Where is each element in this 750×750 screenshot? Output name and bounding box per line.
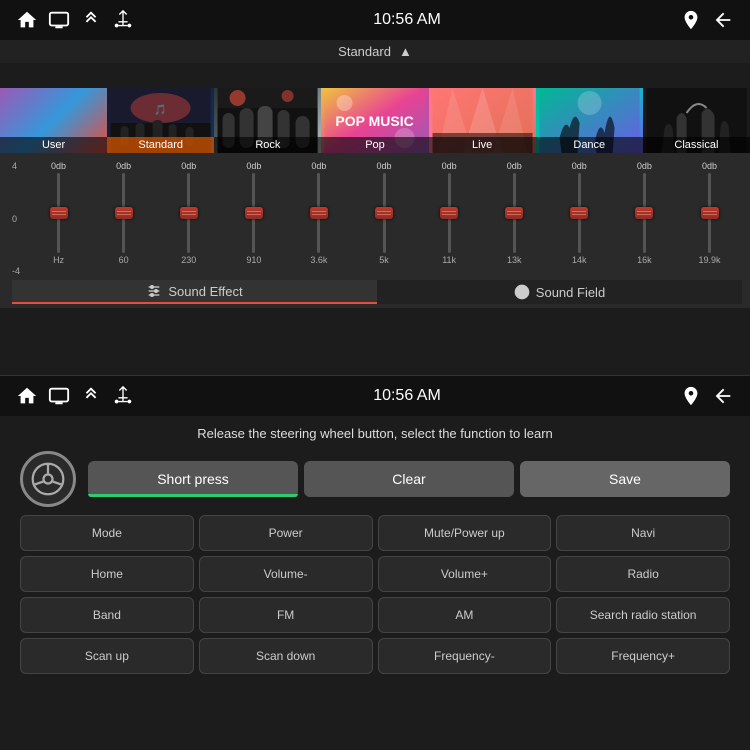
func-btn-scan-up[interactable]: Scan up: [20, 638, 194, 674]
func-btn-volume-[interactable]: Volume-: [199, 556, 373, 592]
bottom-status-bar: 10:56 AM: [0, 376, 750, 416]
bottom-status-icons-right: [680, 385, 734, 407]
short-press-button[interactable]: Short press: [88, 461, 298, 497]
preset-live-label: Live: [429, 137, 536, 153]
func-btn-band[interactable]: Band: [20, 597, 194, 633]
eq-slider-7[interactable]: 0db 13k: [482, 161, 547, 265]
top-status-time: 10:56 AM: [373, 11, 441, 29]
func-btn-frequency-[interactable]: Frequency-: [378, 638, 552, 674]
usb-icon: [112, 9, 134, 31]
presets-header[interactable]: Standard ▲: [0, 40, 750, 63]
eq-slider-4[interactable]: 0db 3.6k: [286, 161, 351, 265]
func-btn-volume-[interactable]: Volume+: [378, 556, 552, 592]
circle-dot-icon: [514, 284, 530, 300]
eq-slider-6[interactable]: 0db 11k: [417, 161, 482, 265]
steering-buttons: Short press Clear Save: [88, 461, 730, 497]
func-btn-navi[interactable]: Navi: [556, 515, 730, 551]
eq-sliders-row: 4 0 -4 0db Hz 0db 60 0db: [12, 161, 742, 276]
func-btn-home[interactable]: Home: [20, 556, 194, 592]
steering-content: Release the steering wheel button, selec…: [0, 416, 750, 680]
preset-classical-label: Classical: [643, 137, 750, 153]
preset-user-label: User: [0, 137, 107, 153]
preset-user[interactable]: User: [0, 63, 107, 153]
func-btn-mode[interactable]: Mode: [20, 515, 194, 551]
func-btn-frequency-[interactable]: Frequency+: [556, 638, 730, 674]
preset-pop-label: Pop: [321, 137, 428, 153]
steering-wheel-icon: [20, 451, 76, 507]
preset-live[interactable]: Live: [429, 63, 536, 153]
clear-button[interactable]: Clear: [304, 461, 514, 497]
bottom-back-icon[interactable]: [712, 385, 734, 407]
func-btn-search-radio-station[interactable]: Search radio station: [556, 597, 730, 633]
preset-dance-label: Dance: [536, 137, 643, 153]
tab-sound-effect[interactable]: Sound Effect: [12, 280, 377, 304]
eq-slider-3[interactable]: 0db 910: [221, 161, 286, 265]
bottom-screen-icon[interactable]: [48, 385, 70, 407]
bottom-status-icons-left: [16, 385, 134, 407]
preset-standard-label: Standard: [107, 137, 214, 153]
top-status-bar: 10:56 AM: [0, 0, 750, 40]
eq-db-col: 4 0 -4: [12, 161, 22, 276]
preset-standard[interactable]: 🎵 Standard: [107, 63, 214, 153]
preset-dance[interactable]: Dance: [536, 63, 643, 153]
preset-pop[interactable]: POP MUSIC Pop: [321, 63, 428, 153]
eq-slider-10[interactable]: 0db 19.9k: [677, 161, 742, 265]
eq-slider-5[interactable]: 0db 5k: [351, 161, 416, 265]
up-arrows-icon: [80, 9, 102, 31]
steering-title: Release the steering wheel button, selec…: [20, 426, 730, 441]
sliders-icon: [146, 283, 162, 299]
preset-rock[interactable]: Rock: [214, 63, 321, 153]
func-btn-scan-down[interactable]: Scan down: [199, 638, 373, 674]
presets-header-label: Standard: [338, 44, 391, 59]
func-btn-am[interactable]: AM: [378, 597, 552, 633]
save-button[interactable]: Save: [520, 461, 730, 497]
svg-text:🎵: 🎵: [154, 104, 166, 116]
function-grid: ModePowerMute/Power upNavi HomeVolume-Vol…: [20, 515, 730, 674]
eq-slider-8[interactable]: 0db 14k: [547, 161, 612, 265]
steering-controls: Short press Clear Save: [20, 451, 730, 507]
chevron-up-icon: ▲: [399, 44, 412, 59]
func-btn-radio[interactable]: Radio: [556, 556, 730, 592]
bottom-location-icon: [680, 385, 702, 407]
home-icon[interactable]: [16, 9, 38, 31]
svg-text:POP MUSIC: POP MUSIC: [336, 113, 414, 129]
eq-presets-row: User 🎵 Standard: [0, 63, 750, 153]
eq-slider-1[interactable]: 0db 60: [91, 161, 156, 265]
eq-slider-0[interactable]: 0db Hz: [26, 161, 91, 265]
status-icons-left: [16, 9, 134, 31]
tab-sound-field-label: Sound Field: [536, 285, 605, 300]
preset-classical[interactable]: Classical: [643, 63, 750, 153]
bottom-status-time: 10:56 AM: [373, 387, 441, 405]
screen-icon[interactable]: [48, 9, 70, 31]
tab-sound-effect-label: Sound Effect: [168, 284, 242, 299]
eq-slider-2[interactable]: 0db 230: [156, 161, 221, 265]
bottom-up-arrows-icon: [80, 385, 102, 407]
func-btn-fm[interactable]: FM: [199, 597, 373, 633]
tab-sound-field[interactable]: Sound Field: [377, 280, 742, 304]
status-icons-right: [680, 9, 734, 31]
back-icon[interactable]: [712, 9, 734, 31]
eq-area: 4 0 -4 0db Hz 0db 60 0db: [0, 153, 750, 308]
location-icon: [680, 9, 702, 31]
top-panel: 10:56 AM Standard ▲ User: [0, 0, 750, 375]
bottom-home-icon[interactable]: [16, 385, 38, 407]
func-btn-mute-power-up[interactable]: Mute/Power up: [378, 515, 552, 551]
eq-sliders: 0db Hz 0db 60 0db 230 0db 910: [26, 161, 742, 265]
preset-rock-label: Rock: [214, 137, 321, 153]
func-btn-power[interactable]: Power: [199, 515, 373, 551]
steering-wheel-svg: [30, 461, 66, 497]
eq-slider-9[interactable]: 0db 16k: [612, 161, 677, 265]
bottom-usb-icon: [112, 385, 134, 407]
eq-tabs: Sound Effect Sound Field: [12, 280, 742, 304]
bottom-panel: 10:56 AM Release the steering wheel butt…: [0, 375, 750, 750]
